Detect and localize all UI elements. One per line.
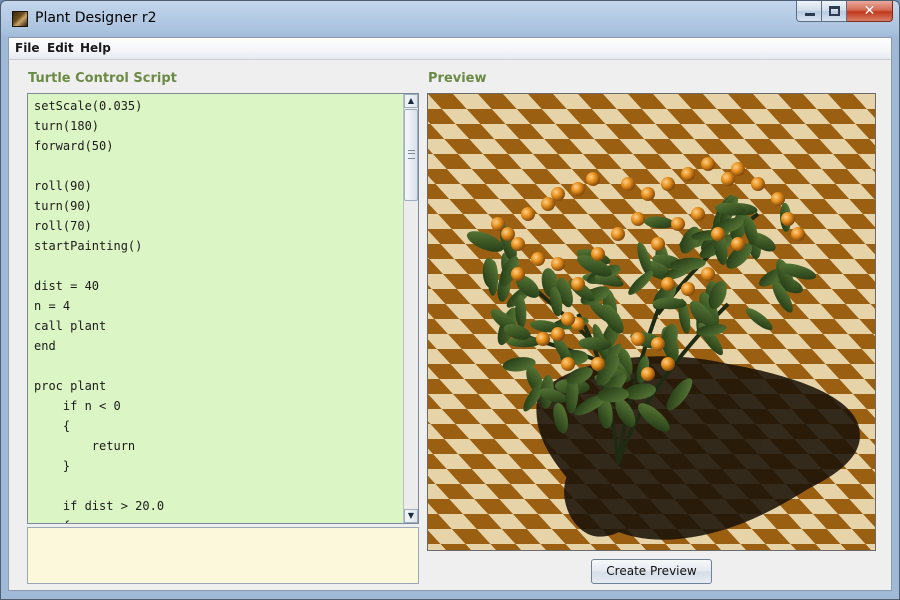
fruit [681, 167, 695, 181]
fruit [781, 212, 795, 226]
script-panel-title: Turtle Control Script [28, 71, 177, 86]
fruit [521, 207, 535, 221]
fruit [611, 227, 625, 241]
fruit [491, 217, 505, 231]
close-button[interactable]: ✕ [847, 1, 893, 22]
scroll-up-button[interactable]: ▲ [404, 94, 418, 108]
fruit [561, 312, 575, 326]
application-window: Plant Designer r2 ✕ File Edit Help Turtl… [0, 0, 900, 600]
window-controls: ✕ [796, 1, 893, 23]
fruit [501, 227, 515, 241]
scroll-thumb[interactable] [404, 109, 418, 201]
grip-icon [408, 150, 415, 159]
fruit [631, 332, 645, 346]
fruit [721, 172, 735, 186]
fruit [641, 367, 655, 381]
menu-bar: File Edit Help [9, 38, 891, 60]
fruit [661, 277, 675, 291]
fruit [531, 252, 545, 266]
fruit [541, 197, 555, 211]
preview-render [428, 94, 875, 550]
fruit [571, 182, 585, 196]
fruit [651, 237, 665, 251]
fruit [651, 337, 665, 351]
fruit [551, 327, 565, 341]
client-area: File Edit Help Turtle Control Script Pre… [8, 37, 892, 591]
create-preview-button[interactable]: Create Preview [591, 559, 712, 584]
fruit [631, 212, 645, 226]
maximize-button[interactable] [822, 1, 847, 22]
fruit [751, 177, 765, 191]
fruit [681, 282, 695, 296]
fruit [791, 227, 805, 241]
fruit [691, 207, 705, 221]
code-line: if n < 0 [34, 399, 121, 413]
code-line: forward(50) [34, 139, 114, 153]
code-line: if dist > 20.0 [34, 499, 165, 513]
plant-app-icon [12, 11, 28, 27]
menu-file[interactable]: File [15, 41, 40, 55]
fruit [561, 357, 575, 371]
code-line: end [34, 339, 56, 353]
script-code[interactable]: setScale(0.035) turn(180) forward(50) roll(… [34, 96, 165, 523]
window-title: Plant Designer r2 [35, 10, 157, 26]
fruit [641, 187, 655, 201]
fruit [536, 332, 550, 346]
code-line: dist = 40 [34, 279, 100, 293]
message-area[interactable] [27, 527, 419, 584]
code-line: setScale(0.035) [34, 99, 143, 113]
fruit [661, 357, 675, 371]
code-line: roll(90) [34, 179, 92, 193]
minimize-button[interactable] [796, 1, 822, 22]
minimize-icon [805, 13, 815, 16]
fruit [511, 267, 525, 281]
menu-help[interactable]: Help [80, 41, 111, 55]
fruit [591, 357, 605, 371]
script-editor[interactable]: setScale(0.035) turn(180) forward(50) roll(… [27, 93, 419, 524]
code-line: turn(90) [34, 199, 92, 213]
fruit [551, 187, 565, 201]
fruit [551, 257, 565, 271]
code-line: } [34, 459, 71, 473]
menu-edit[interactable]: Edit [47, 41, 74, 55]
fruit [591, 247, 605, 261]
fruit [771, 192, 785, 206]
code-line: call plant [34, 319, 107, 333]
fruit [701, 267, 715, 281]
fruit [661, 177, 675, 191]
code-line: turn(180) [34, 119, 100, 133]
title-bar[interactable]: Plant Designer r2 ✕ [1, 1, 899, 37]
fruit [731, 162, 745, 176]
fruit [571, 277, 585, 291]
scroll-down-button[interactable]: ▼ [404, 509, 418, 523]
code-line: { [34, 419, 71, 433]
fruit [711, 227, 725, 241]
close-icon: ✕ [863, 3, 876, 19]
code-line: return [34, 439, 136, 453]
preview-panel-title: Preview [428, 71, 487, 86]
fruit [621, 177, 635, 191]
preview-canvas [427, 93, 876, 551]
fruit [731, 237, 745, 251]
fruit [511, 237, 525, 251]
code-line: n = 4 [34, 299, 71, 313]
code-line: startPainting() [34, 239, 143, 253]
code-line: roll(70) [34, 219, 92, 233]
code-line: proc plant [34, 379, 107, 393]
maximize-icon [829, 6, 840, 16]
fruit [586, 172, 600, 186]
fruit [701, 157, 715, 171]
code-line: { [34, 516, 164, 523]
script-scrollbar[interactable]: ▲ ▼ [403, 94, 418, 523]
fruit [671, 217, 685, 231]
